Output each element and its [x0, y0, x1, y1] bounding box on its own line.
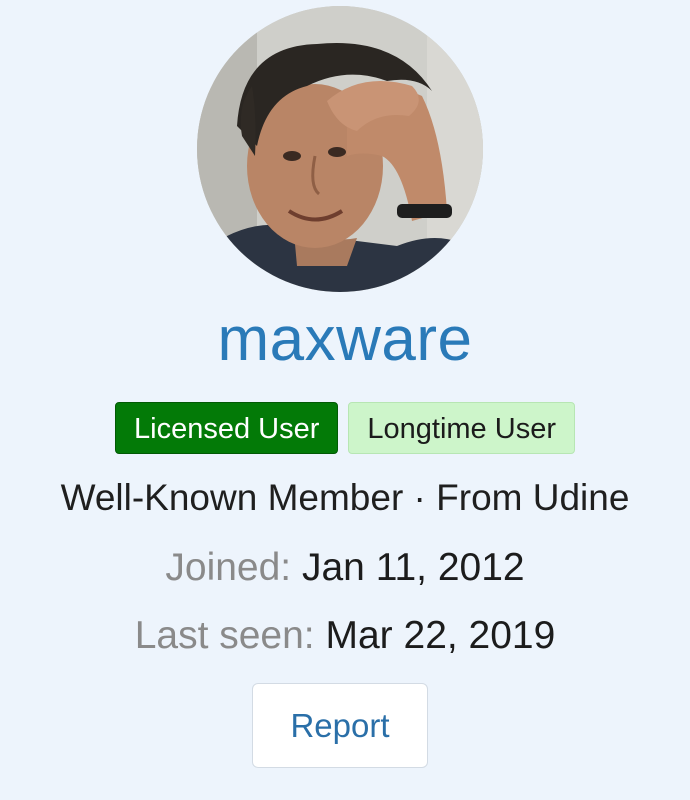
- member-profile-card: maxware Licensed User Longtime User Well…: [0, 0, 690, 800]
- member-title-location: Well-Known Member · From Udine: [60, 477, 630, 518]
- report-button[interactable]: Report: [252, 683, 428, 768]
- last-seen-row: Last seen: Mar 22, 2019: [0, 608, 690, 664]
- last-seen-value: Mar 22, 2019: [325, 614, 556, 657]
- joined-date-row: Joined: Jan 11, 2012: [0, 540, 690, 596]
- avatar-photo: [197, 6, 483, 292]
- joined-value: Jan 11, 2012: [301, 546, 525, 589]
- username[interactable]: maxware: [0, 300, 690, 380]
- joined-label: Joined:: [165, 546, 292, 589]
- avatar[interactable]: [197, 6, 483, 292]
- longtime-user-badge: Longtime User: [348, 402, 575, 454]
- user-badges: Licensed User Longtime User: [0, 402, 690, 454]
- last-seen-label: Last seen:: [134, 614, 315, 657]
- licensed-user-badge: Licensed User: [115, 402, 339, 454]
